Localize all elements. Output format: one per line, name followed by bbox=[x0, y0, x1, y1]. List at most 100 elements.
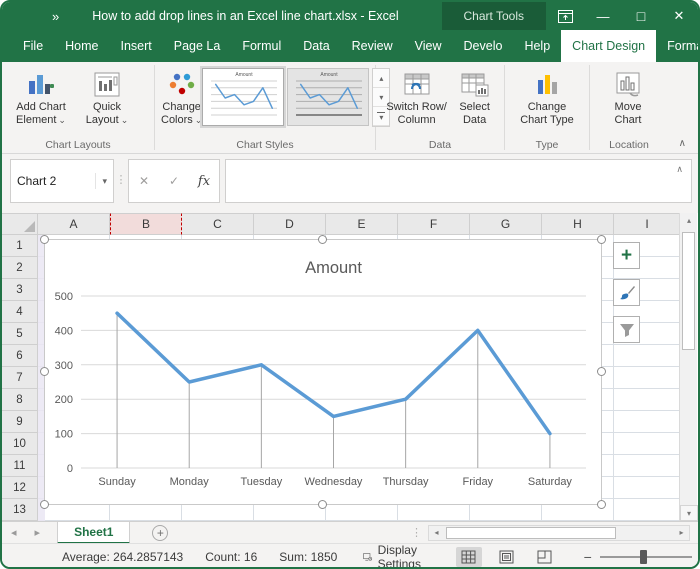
tab-format[interactable]: Format bbox=[656, 30, 700, 62]
display-settings-button[interactable]: Display Settings bbox=[363, 543, 427, 569]
zoom-in-button[interactable]: + bbox=[692, 549, 700, 565]
scroll-down-arrow-icon[interactable]: ▾ bbox=[680, 505, 698, 521]
row-header-2[interactable]: 2 bbox=[2, 257, 38, 279]
chart-selection-handle[interactable] bbox=[597, 500, 606, 509]
change-colors-label1: Change bbox=[162, 101, 201, 114]
chart-selection-handle[interactable] bbox=[40, 367, 49, 376]
move-chart-button[interactable]: Move Chart bbox=[596, 66, 660, 127]
column-header-h[interactable]: H bbox=[542, 213, 614, 235]
switch-row-column-button[interactable]: Switch Row/ Column bbox=[382, 66, 451, 127]
row-header-5[interactable]: 5 bbox=[2, 323, 38, 345]
column-header-b[interactable]: B bbox=[110, 213, 182, 235]
row-header-8[interactable]: 8 bbox=[2, 389, 38, 411]
row-header-13[interactable]: 13 bbox=[2, 499, 38, 521]
tab-view[interactable]: View bbox=[404, 30, 453, 62]
row-header-3[interactable]: 3 bbox=[2, 279, 38, 301]
tab-data[interactable]: Data bbox=[292, 30, 340, 62]
sheet-bar-drag-handle[interactable]: ⋮ bbox=[411, 526, 422, 539]
chart-style-thumbnail-2[interactable]: Amount bbox=[287, 68, 369, 126]
chart-selection-handle[interactable] bbox=[40, 235, 49, 244]
formula-bar-row: Chart 2 ▾ ⋮ ✕ ✓ fx ∧ bbox=[2, 154, 698, 213]
formula-input[interactable]: ∧ bbox=[225, 159, 692, 203]
page-layout-view-button[interactable] bbox=[494, 547, 520, 567]
sheet-nav-right-icon[interactable]: ▸ bbox=[26, 526, 50, 539]
expand-formula-bar-button[interactable]: ∧ bbox=[676, 164, 683, 175]
zoom-out-button[interactable]: − bbox=[576, 549, 600, 565]
tab-formul[interactable]: Formul bbox=[231, 30, 292, 62]
insert-function-button[interactable]: fx bbox=[189, 174, 219, 189]
chart-elements-button[interactable]: + bbox=[613, 242, 640, 269]
chart-style-thumbnail-1[interactable]: Amount bbox=[202, 68, 284, 126]
tab-develo[interactable]: Develo bbox=[453, 30, 514, 62]
row-header-10[interactable]: 10 bbox=[2, 433, 38, 455]
vertical-scrollbar[interactable]: ▴ ▾ bbox=[679, 213, 697, 521]
page-break-preview-button[interactable] bbox=[532, 547, 558, 567]
chart[interactable]: 0100200300400500SundayMondayTuesdayWedne… bbox=[44, 239, 602, 505]
scroll-up-arrow-icon[interactable]: ▴ bbox=[680, 213, 698, 229]
quick-access-toolbar-button[interactable]: » bbox=[52, 9, 60, 24]
sheet-tab-sheet1[interactable]: Sheet1 bbox=[57, 522, 130, 544]
row-header-6[interactable]: 6 bbox=[2, 345, 38, 367]
scroll-left-arrow-icon[interactable]: ◂ bbox=[429, 528, 444, 537]
formula-bar-drag-handle[interactable]: ⋮ bbox=[114, 159, 128, 186]
select-all-button[interactable] bbox=[2, 213, 38, 235]
name-box[interactable]: Chart 2 ▾ bbox=[10, 159, 114, 203]
change-chart-type-button[interactable]: Change Chart Type bbox=[511, 66, 583, 127]
chart-filters-button[interactable] bbox=[613, 316, 640, 343]
new-sheet-button[interactable]: + bbox=[152, 525, 168, 541]
minimize-button[interactable]: — bbox=[584, 2, 622, 30]
tab-file[interactable]: File bbox=[12, 30, 54, 62]
tab-page-la[interactable]: Page La bbox=[163, 30, 232, 62]
sheet-tab-bar: ◂ ▸ Sheet1 + ⋮ ◂ ▸ bbox=[2, 521, 698, 543]
column-header-c[interactable]: C bbox=[182, 213, 254, 235]
column-header-d[interactable]: D bbox=[254, 213, 326, 235]
sheet-nav-left-icon[interactable]: ◂ bbox=[2, 526, 26, 539]
scroll-right-arrow-icon[interactable]: ▸ bbox=[674, 528, 689, 537]
chart-canvas[interactable]: 0100200300400500SundayMondayTuesdayWedne… bbox=[45, 240, 601, 504]
collapse-ribbon-button[interactable]: ∧ bbox=[679, 138, 686, 149]
tab-insert[interactable]: Insert bbox=[110, 30, 163, 62]
maximize-button[interactable]: □ bbox=[622, 2, 660, 30]
normal-view-button[interactable] bbox=[456, 547, 482, 567]
vertical-scrollbar-thumb[interactable] bbox=[682, 232, 695, 350]
cancel-button[interactable]: ✕ bbox=[129, 174, 159, 188]
column-headers: ABCDEFGHI bbox=[2, 213, 683, 235]
row-header-4[interactable]: 4 bbox=[2, 301, 38, 323]
chart-style-button[interactable] bbox=[613, 279, 640, 306]
row-header-7[interactable]: 7 bbox=[2, 367, 38, 389]
chart-selection-handle[interactable] bbox=[597, 367, 606, 376]
horizontal-scrollbar[interactable]: ◂ ▸ bbox=[428, 525, 690, 541]
horizontal-scrollbar-thumb[interactable] bbox=[446, 527, 616, 539]
chart-selection-handle[interactable] bbox=[318, 235, 327, 244]
zoom-slider[interactable] bbox=[600, 556, 692, 558]
row-header-12[interactable]: 12 bbox=[2, 477, 38, 499]
tab-chart-design[interactable]: Chart Design bbox=[561, 30, 656, 62]
close-button[interactable]: ✕ bbox=[660, 2, 698, 30]
row-header-1[interactable]: 1 bbox=[2, 235, 38, 257]
chart-selection-handle[interactable] bbox=[318, 500, 327, 509]
change-colors-button[interactable]: Change Colors⌄ bbox=[161, 66, 202, 127]
row-header-11[interactable]: 11 bbox=[2, 455, 38, 477]
dropdown-caret-icon: ⌄ bbox=[195, 115, 203, 125]
zoom-slider-thumb[interactable] bbox=[640, 550, 647, 564]
tab-help[interactable]: Help bbox=[513, 30, 561, 62]
select-data-button[interactable]: Select Data bbox=[451, 66, 498, 127]
name-box-caret-icon[interactable]: ▾ bbox=[95, 173, 107, 189]
column-header-g[interactable]: G bbox=[470, 213, 542, 235]
add-chart-element-button[interactable]: Add Chart Element⌄ bbox=[8, 66, 74, 127]
chart-selection-handle[interactable] bbox=[40, 500, 49, 509]
quick-layout-button[interactable]: Quick Layout⌄ bbox=[74, 66, 140, 127]
ribbon-display-options-button[interactable] bbox=[546, 2, 584, 30]
row-header-9[interactable]: 9 bbox=[2, 411, 38, 433]
status-bar: Average: 264.2857143 Count: 16 Sum: 1850… bbox=[2, 543, 698, 569]
group-type: Change Chart Type Type bbox=[505, 62, 589, 153]
column-header-i[interactable]: I bbox=[614, 213, 681, 235]
enter-button[interactable]: ✓ bbox=[159, 174, 189, 188]
column-header-a[interactable]: A bbox=[38, 213, 110, 235]
tab-review[interactable]: Review bbox=[341, 30, 404, 62]
tab-home[interactable]: Home bbox=[54, 30, 109, 62]
svg-text:Wednesday: Wednesday bbox=[305, 476, 363, 488]
column-header-f[interactable]: F bbox=[398, 213, 470, 235]
chart-selection-handle[interactable] bbox=[597, 235, 606, 244]
column-header-e[interactable]: E bbox=[326, 213, 398, 235]
